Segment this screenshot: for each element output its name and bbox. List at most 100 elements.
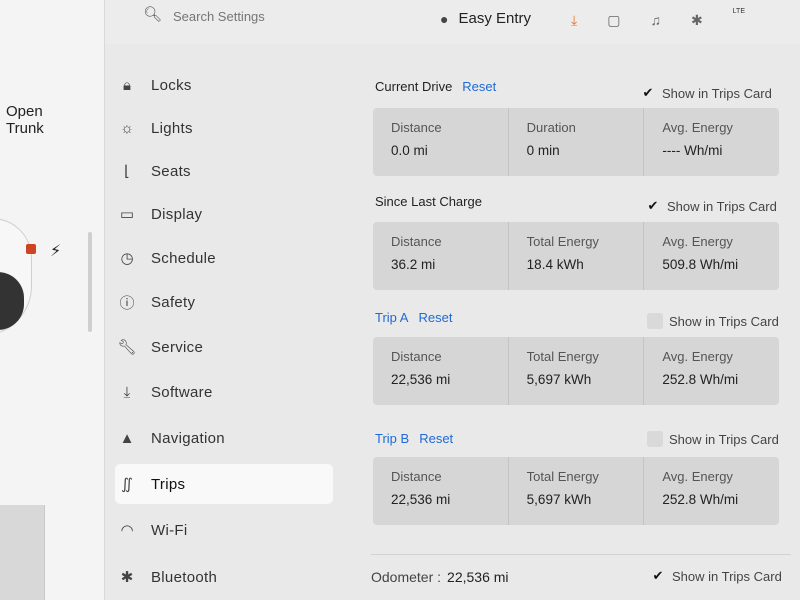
download-icon[interactable]: ⤓	[571, 12, 577, 29]
nav-item-label: Trips	[151, 475, 186, 493]
stat-label: Distance	[391, 469, 442, 484]
stat-cell: Avg. Energy 252.8 Wh/mi	[644, 337, 779, 405]
open-trunk-button[interactable]: Open Trunk	[6, 103, 76, 137]
nav-item-label: Safety	[151, 293, 196, 311]
stat-value: 22,536 mi	[391, 492, 451, 507]
divider	[371, 554, 791, 555]
driver-profile[interactable]: ● Easy Entry	[440, 10, 531, 27]
trip-b-card: Distance 22,536 mi Total Energy 5,697 kW…	[373, 457, 779, 525]
stat-cell: Avg. Energy ---- Wh/mi	[644, 108, 779, 176]
nav-item-display[interactable]: ▭ Display	[115, 194, 333, 234]
since-last-charge-card: Distance 36.2 mi Total Energy 18.4 kWh A…	[373, 222, 779, 290]
nav-item-schedule[interactable]: ◷ Schedule	[115, 238, 333, 278]
trips-icon: ∬	[121, 476, 133, 493]
trip-a-reset-button[interactable]: Reset	[418, 310, 452, 325]
trip-b-reset-button[interactable]: Reset	[419, 431, 453, 446]
show-label: Show in Trips Card	[662, 85, 772, 101]
safety-icon: ⓘ	[119, 294, 135, 312]
bluetooth-icon[interactable]: ✱	[691, 12, 703, 29]
search-input[interactable]	[173, 6, 333, 26]
nav-item-label: Lights	[151, 119, 193, 137]
navigation-icon: ▲	[119, 429, 135, 447]
stat-value: 36.2 mi	[391, 257, 436, 272]
checkmark-icon: ✔	[642, 85, 654, 100]
seat-image	[0, 505, 45, 600]
nav-item-navigation[interactable]: ▲ Navigation	[115, 418, 333, 458]
since-last-charge-show-toggle[interactable]: ✔ Show in Trips Card	[645, 198, 777, 214]
light-icon: ☼	[120, 119, 134, 137]
nav-item-service[interactable]: 🔧︎ Service	[115, 327, 333, 367]
odometer-value: 22,536 mi	[447, 569, 509, 585]
stat-value: 0 min	[526, 143, 560, 158]
open-trunk-label-line2: Trunk	[6, 120, 44, 137]
stat-cell: Avg. Energy 509.8 Wh/mi	[644, 222, 779, 290]
clock-icon: ◷	[120, 250, 134, 267]
stat-value: 509.8 Wh/mi	[662, 257, 739, 272]
nav-item-bluetooth[interactable]: ✱ Bluetooth	[115, 557, 333, 597]
charge-port-icon[interactable]: ⚡	[50, 241, 61, 261]
checkmark-icon: ✔	[647, 198, 659, 213]
section-title: Current Drive	[375, 79, 453, 94]
bell-icon[interactable]: ♫	[650, 12, 661, 29]
nav-item-safety[interactable]: ⓘ Safety	[115, 282, 333, 322]
nav-item-label: Service	[151, 338, 204, 356]
trip-a-header: Trip A Reset	[375, 310, 452, 325]
trip-b-show-toggle[interactable]: Show in Trips Card	[647, 431, 779, 447]
lte-signal-icon: LTE	[732, 8, 745, 15]
wrench-icon: 🔧︎	[117, 339, 137, 356]
nav-item-wifi[interactable]: ◠ Wi-Fi	[115, 510, 333, 550]
trip-a-card: Distance 22,536 mi Total Energy 5,697 kW…	[373, 337, 779, 405]
car-light	[26, 244, 36, 254]
current-drive-reset-button[interactable]: Reset	[462, 79, 496, 94]
trips-panel: Current Drive Reset ✔ Show in Trips Card…	[365, 44, 800, 600]
show-label: Show in Trips Card	[669, 313, 779, 329]
stat-value: 5,697 kWh	[526, 372, 592, 387]
nav-item-locks[interactable]: 🔒︎ Locks	[115, 65, 333, 105]
top-bar: 🔍︎ ● Easy Entry ⤓ ▢ ♫ ✱ LTE	[105, 0, 800, 44]
show-label: Show in Trips Card	[672, 568, 782, 584]
nav-item-label: Display	[151, 205, 203, 223]
stat-cell: Duration 0 min	[509, 108, 645, 176]
current-drive-header: Current Drive Reset	[375, 79, 496, 94]
stat-label: Avg. Energy	[662, 349, 733, 364]
nav-item-label: Schedule	[151, 249, 216, 267]
stat-label: Distance	[391, 234, 442, 249]
section-title: Trip A	[375, 310, 409, 325]
stat-cell: Distance 22,536 mi	[373, 337, 509, 405]
section-title: Trip B	[375, 431, 410, 446]
current-drive-show-toggle[interactable]: ✔ Show in Trips Card	[640, 85, 772, 101]
download-icon: ⤓	[123, 383, 131, 401]
nav-item-label: Navigation	[151, 429, 225, 447]
trip-a-show-toggle[interactable]: Show in Trips Card	[647, 313, 779, 329]
stat-value: 22,536 mi	[391, 372, 451, 387]
glovebox-icon[interactable]: ▢	[607, 12, 620, 29]
nav-item-label: Seats	[151, 162, 191, 180]
stat-value: 18.4 kWh	[526, 257, 584, 272]
profile-name: Easy Entry	[458, 10, 531, 27]
stat-label: Total Energy	[526, 234, 599, 249]
stat-cell: Distance 22,536 mi	[373, 457, 509, 525]
section-title: Since Last Charge	[375, 194, 482, 209]
trip-b-header: Trip B Reset	[375, 431, 453, 446]
checkbox-icon	[647, 313, 663, 329]
nav-item-label: Locks	[151, 76, 192, 94]
checkbox-icon	[647, 431, 663, 447]
status-icons: ⤓ ▢ ♫ ✱ LTE	[571, 8, 745, 29]
person-icon: ●	[440, 10, 449, 27]
stat-label: Avg. Energy	[662, 120, 733, 135]
nav-item-software[interactable]: ⤓ Software	[115, 372, 333, 412]
nav-item-lights[interactable]: ☼ Lights	[115, 108, 333, 148]
odometer-show-toggle[interactable]: ✔ Show in Trips Card	[650, 568, 782, 584]
stat-label: Distance	[391, 349, 442, 364]
vehicle-scrollbar[interactable]	[88, 232, 92, 332]
stat-cell: Distance 36.2 mi	[373, 222, 509, 290]
nav-item-seats[interactable]: ⌊ Seats	[115, 151, 333, 191]
stat-value: 252.8 Wh/mi	[662, 492, 739, 507]
search-icon[interactable]: 🔍︎	[143, 5, 162, 23]
show-label: Show in Trips Card	[669, 431, 779, 447]
stat-label: Duration	[526, 120, 576, 135]
odometer: Odometer : 22,536 mi	[371, 569, 509, 585]
stat-cell: Total Energy 18.4 kWh	[509, 222, 645, 290]
nav-item-trips[interactable]: ∬ Trips	[115, 464, 333, 504]
stat-label: Total Energy	[526, 349, 599, 364]
